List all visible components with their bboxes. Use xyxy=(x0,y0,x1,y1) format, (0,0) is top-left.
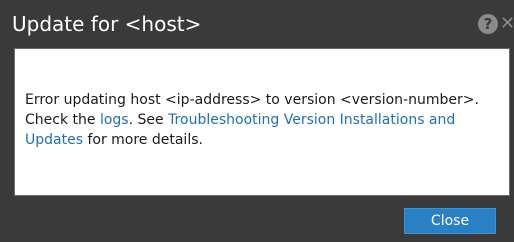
close-icon[interactable]: ✕ xyxy=(500,14,514,34)
close-button[interactable]: Close xyxy=(404,208,496,234)
dialog-title-bar: Update for <host> ? ✕ xyxy=(0,0,514,46)
message-text-2: . See xyxy=(128,112,169,128)
message-text-3: for more details. xyxy=(83,132,203,148)
dialog-footer: Close xyxy=(0,196,514,242)
dialog-title: Update for <host> xyxy=(12,12,202,36)
help-icon[interactable]: ? xyxy=(478,14,498,34)
title-bar-icons: ? ✕ xyxy=(478,12,514,36)
error-message: Error updating host <ip-address> to vers… xyxy=(25,90,505,150)
dialog-content: Error updating host <ip-address> to vers… xyxy=(14,48,510,196)
logs-link[interactable]: logs xyxy=(100,112,129,128)
update-dialog: Update for <host> ? ✕ Error updating hos… xyxy=(0,0,514,242)
